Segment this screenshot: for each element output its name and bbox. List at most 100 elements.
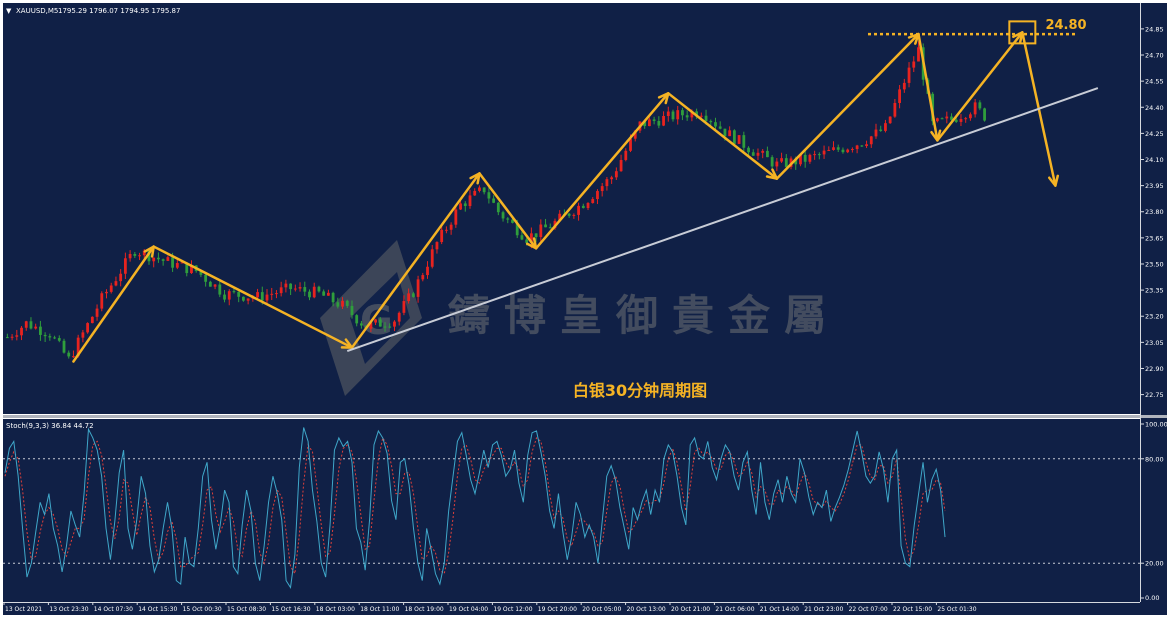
candle-body bbox=[954, 119, 958, 122]
time-tick-label: 22 Oct 15:00 bbox=[893, 606, 932, 613]
candle-body bbox=[581, 205, 585, 209]
stochastic-panel[interactable] bbox=[3, 419, 1140, 602]
candle-body bbox=[548, 227, 552, 229]
candle-body bbox=[208, 281, 212, 287]
candle-body bbox=[270, 293, 274, 295]
candle-body bbox=[685, 115, 689, 118]
price-tick-label: 22.90 bbox=[1145, 365, 1164, 373]
candle-body bbox=[969, 114, 972, 119]
candle-body bbox=[397, 312, 401, 322]
candle-body bbox=[614, 171, 618, 178]
candle-body bbox=[426, 266, 429, 276]
candle-body bbox=[86, 323, 90, 333]
price-tick-label: 24.10 bbox=[1145, 156, 1164, 164]
candle-body bbox=[48, 336, 52, 338]
candle-body bbox=[161, 259, 165, 261]
candle-body bbox=[539, 224, 543, 238]
candle-body bbox=[308, 291, 311, 298]
candle-body bbox=[473, 190, 477, 196]
candle-body bbox=[114, 281, 118, 286]
candle-body bbox=[780, 158, 783, 162]
candle-body bbox=[647, 119, 651, 127]
time-tick-label: 19 Oct 04:00 bbox=[449, 606, 488, 613]
price-tick-label: 24.55 bbox=[1145, 78, 1164, 86]
candle-body bbox=[62, 340, 66, 353]
candle-body bbox=[496, 202, 500, 213]
candle-body bbox=[808, 154, 812, 162]
candle-body bbox=[152, 257, 156, 262]
candle-body bbox=[360, 323, 363, 326]
candle-body bbox=[463, 203, 467, 207]
chart-menu-arrow[interactable]: ▼ bbox=[6, 7, 12, 15]
candle-body bbox=[619, 159, 623, 172]
candle-body bbox=[732, 130, 736, 144]
time-tick-label: 13 Oct 23:30 bbox=[49, 606, 88, 613]
candle-body bbox=[761, 150, 765, 153]
candle-body bbox=[747, 147, 750, 153]
candle-body bbox=[501, 212, 505, 219]
candle-body bbox=[95, 308, 99, 317]
price-axis bbox=[1140, 3, 1167, 602]
candle-body bbox=[81, 332, 85, 338]
stochastic-tick-label: 100.00 bbox=[1145, 421, 1168, 429]
candle-body bbox=[57, 338, 61, 341]
candle-body bbox=[775, 161, 779, 167]
time-tick-label: 15 Oct 16:30 bbox=[271, 606, 310, 613]
candle-body bbox=[43, 334, 47, 337]
candle-body bbox=[454, 209, 458, 225]
candle-body bbox=[784, 158, 788, 167]
price-tick-label: 23.50 bbox=[1145, 260, 1164, 268]
candle-body bbox=[275, 293, 278, 295]
symbol-header: XAUUSD,M5 bbox=[16, 7, 58, 15]
price-tick-label: 23.65 bbox=[1145, 234, 1164, 242]
candle-body bbox=[166, 257, 170, 261]
candle-body bbox=[983, 108, 986, 121]
candle-body bbox=[378, 319, 382, 327]
candle-body bbox=[388, 326, 392, 328]
time-tick-label: 20 Oct 13:00 bbox=[627, 606, 666, 613]
candle-body bbox=[869, 136, 873, 145]
candle-body bbox=[298, 287, 302, 289]
time-tick-label: 20 Oct 21:00 bbox=[671, 606, 710, 613]
candle-body bbox=[204, 274, 208, 282]
candle-body bbox=[157, 257, 160, 260]
candle-body bbox=[5, 337, 9, 339]
candle-body bbox=[326, 292, 330, 296]
candle-body bbox=[237, 291, 241, 297]
price-tick-label: 24.40 bbox=[1145, 104, 1164, 112]
candle-body bbox=[10, 336, 14, 338]
time-tick-label: 13 Oct 2021 bbox=[5, 606, 42, 613]
candle-body bbox=[964, 118, 968, 120]
candle-body bbox=[699, 115, 703, 117]
candle-body bbox=[681, 110, 684, 116]
candle-body bbox=[138, 255, 141, 257]
candle-body bbox=[520, 235, 524, 240]
candle-body bbox=[407, 293, 411, 302]
resistance-label: 24.80 bbox=[1045, 18, 1086, 33]
candle-body bbox=[978, 102, 982, 109]
candle-body bbox=[718, 126, 722, 129]
candle-body bbox=[827, 149, 831, 151]
time-tick-label: 15 Oct 00:30 bbox=[183, 606, 222, 613]
time-tick-label: 21 Oct 14:00 bbox=[760, 606, 799, 613]
candle-body bbox=[666, 111, 670, 117]
candle-body bbox=[907, 67, 911, 83]
stochastic-tick-label: 80.00 bbox=[1145, 455, 1164, 463]
candle-body bbox=[303, 287, 307, 292]
candle-body bbox=[175, 263, 179, 268]
candle-body bbox=[860, 145, 864, 147]
candle-body bbox=[213, 284, 217, 287]
candle-body bbox=[90, 316, 94, 324]
candle-body bbox=[917, 47, 920, 62]
candle-body bbox=[893, 102, 897, 117]
candle-body bbox=[218, 284, 222, 295]
candle-body bbox=[430, 249, 434, 267]
time-tick-label: 19 Oct 12:00 bbox=[493, 606, 532, 613]
candle-body bbox=[888, 116, 892, 124]
candle-body bbox=[246, 298, 250, 301]
candle-body bbox=[572, 214, 576, 216]
candle-body bbox=[525, 239, 529, 243]
candle-body bbox=[312, 286, 316, 298]
price-tick-label: 24.70 bbox=[1145, 52, 1164, 60]
candle-body bbox=[468, 195, 472, 207]
